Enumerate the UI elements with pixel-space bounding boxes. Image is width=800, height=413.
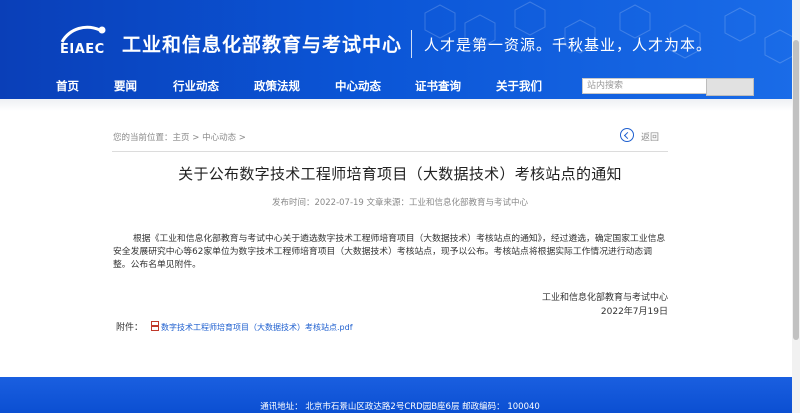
article-paragraph: 根据《工业和信息化部教育与考试中心关于遴选数字技术工程师培育项目（大数据技术）考… [113,234,666,270]
logo-text: EIAEC [60,42,105,57]
breadcrumb: 您的当前位置：主页 > 中心动态 > [113,131,246,143]
site-footer: 通讯地址： 北京市石景山区政达路2号CRD园B座6层 邮政编码： 100040 [0,377,800,413]
site-title: 工业和信息化部教育与考试中心 [122,34,403,56]
attachment-label: 附件： [116,323,144,333]
content-divider [112,151,668,152]
breadcrumb-prefix: 您的当前位置： [113,133,173,143]
nav-item-home[interactable]: 首页 [56,78,79,94]
eiaec-logo[interactable]: EIAEC [56,22,120,58]
search-input[interactable] [582,78,710,94]
pdf-file-icon [151,321,160,331]
article-signature: 工业和信息化部教育与考试中心 2022年7月19日 [542,291,668,319]
nav-item-certificate[interactable]: 证书查询 [415,78,461,94]
breadcrumb-section-link[interactable]: 中心动态 [202,133,236,143]
attachment-row: 附件： 数字技术工程师培育项目（大数据技术）考核站点.pdf [116,320,353,333]
article-title: 关于公布数字技术工程师培育项目（大数据技术）考核站点的通知 [178,165,622,183]
page-scrollbar[interactable] [792,0,800,413]
back-label: 返回 [641,133,660,143]
search-button[interactable] [706,78,754,96]
breadcrumb-end: > [236,133,246,143]
nav-item-about[interactable]: 关于我们 [496,78,542,94]
article-meta: 发布时间：2022-07-19 文章来源：工业和信息化部教育与考试中心 [271,198,529,208]
header-shadow [0,99,800,111]
nav-item-industry[interactable]: 行业动态 [173,78,219,94]
scrollbar-thumb[interactable] [793,40,799,340]
article-body: 根据《工业和信息化部教育与考试中心关于遴选数字技术工程师培育项目（大数据技术）考… [113,233,669,272]
nav-item-center-news[interactable]: 中心动态 [335,78,381,94]
footer-address: 通讯地址： 北京市石景山区政达路2号CRD园B座6层 邮政编码： 100040 [260,402,540,412]
nav-item-policy[interactable]: 政策法规 [254,78,300,94]
signature-org: 工业和信息化部教育与考试中心 [541,293,668,303]
site-header: EIAEC 工业和信息化部教育与考试中心 人才是第一资源。千秋基业，人才为本。 … [0,0,800,99]
nav-item-news[interactable]: 要闻 [114,78,137,94]
back-arrow-icon [620,128,634,142]
breadcrumb-home-link[interactable]: 主页 [173,133,190,143]
signature-date: 2022年7月19日 [600,307,668,317]
breadcrumb-separator: > [189,133,203,143]
title-divider [411,30,412,58]
attachment-link[interactable]: 数字技术工程师培育项目（大数据技术）考核站点.pdf [161,323,353,332]
site-slogan: 人才是第一资源。千秋基业，人才为本。 [424,36,713,54]
